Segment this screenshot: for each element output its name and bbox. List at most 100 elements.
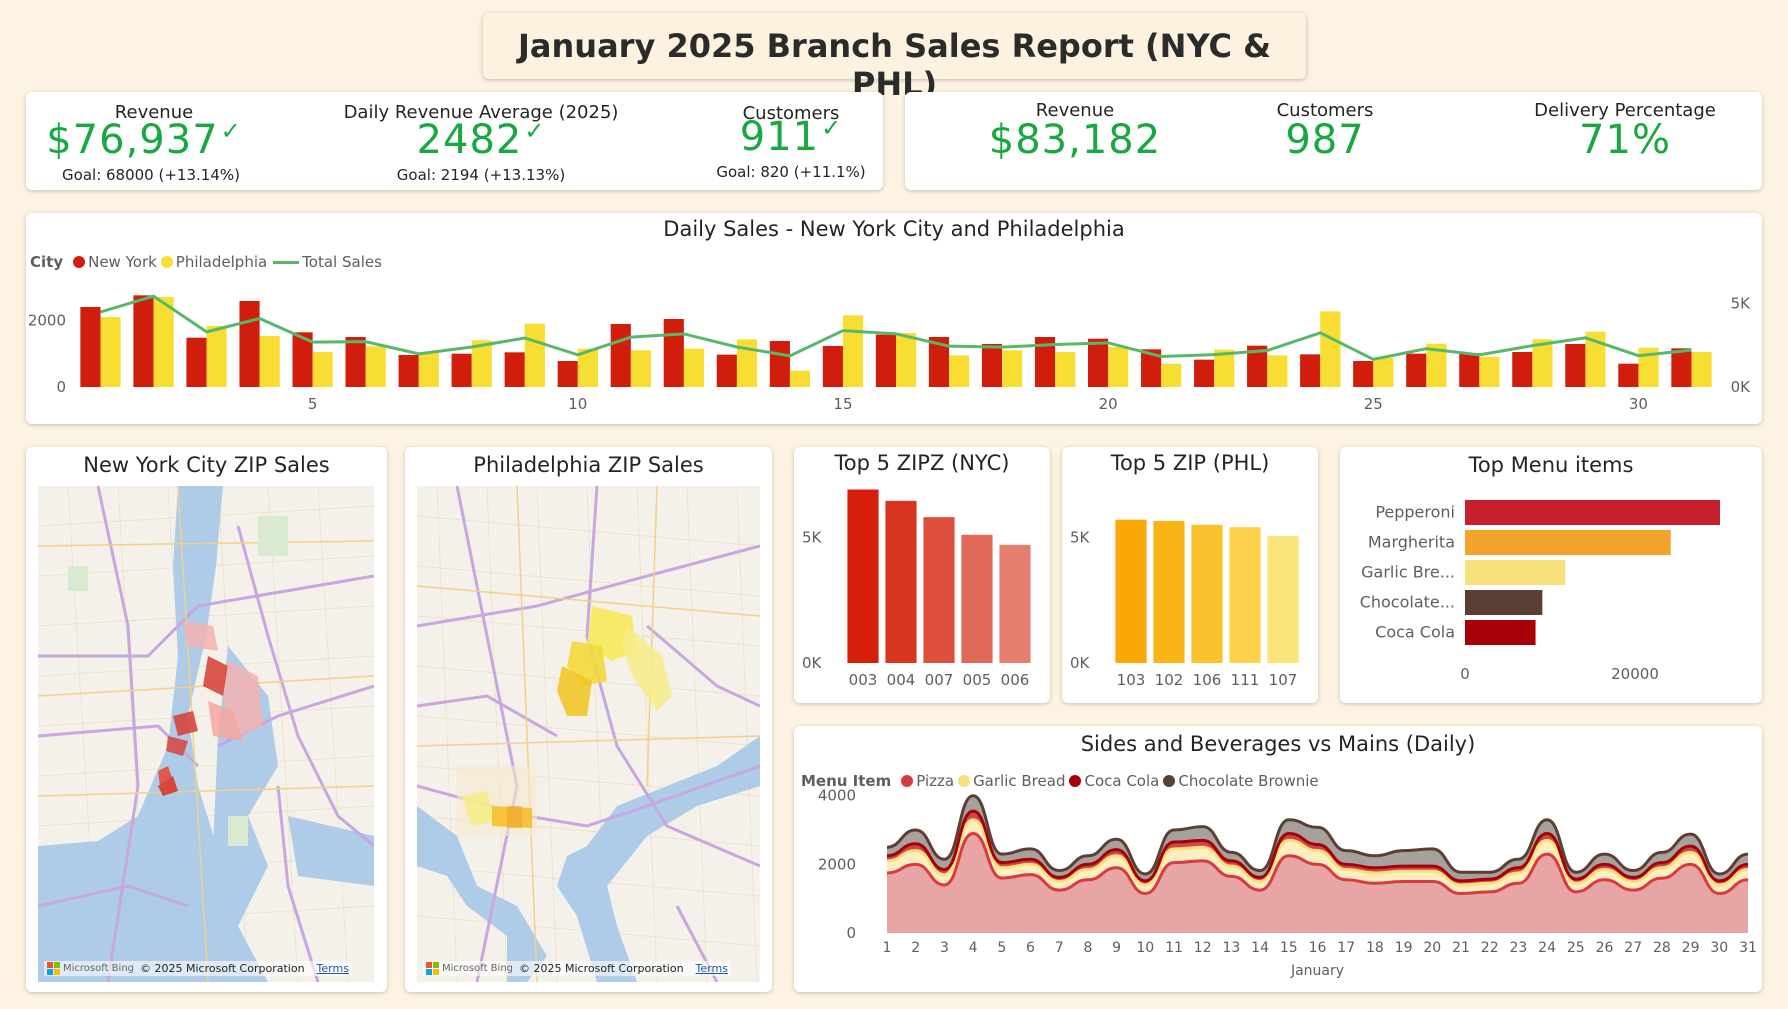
top-zip-nyc-card: Top 5 ZIPZ (NYC) 003 004 007 005 006 0K 5K: [794, 447, 1050, 703]
x-tick-label: 9: [1112, 940, 1121, 956]
y-tick-label: 0K: [1070, 654, 1091, 672]
map-copyright: © 2025 Microsoft Corporation: [519, 962, 684, 975]
bing-label: Microsoft Bing: [442, 963, 514, 974]
x-tick-label: 5: [997, 940, 1006, 956]
top-menu-chart: Pepperoni Margherita Garlic Bre... Chocolat…: [1360, 500, 1720, 683]
revenue-value: $76,937✓: [34, 117, 254, 163]
bar: [1465, 560, 1566, 585]
x-tick-label: 20000: [1611, 665, 1659, 683]
map-terms-link[interactable]: Terms: [317, 962, 349, 975]
category-label: Chocolate...: [1360, 593, 1455, 612]
bar: [885, 500, 917, 663]
x-tick-label: 5: [308, 395, 318, 413]
category-label: Coca Cola: [1375, 623, 1455, 642]
y-tick-label: 0K: [802, 654, 823, 672]
x-tick-label: 31: [1739, 940, 1757, 956]
phl-revenue-value: $83,182: [988, 117, 1162, 163]
y-tick-label: 5K: [802, 528, 823, 546]
y2-tick-label: 0K: [1731, 378, 1752, 396]
bar: [1465, 590, 1543, 615]
sides-chart: 0200040001 2 3 4 5 6 7 8 9 10 11 12 13 14 15 16 17 18 19 20…: [818, 787, 1757, 979]
bar-new-york: [186, 337, 207, 387]
bar: [961, 534, 993, 663]
bar-philadelphia: [1055, 352, 1076, 387]
phl-map-title: Philadelphia ZIP Sales: [473, 453, 704, 477]
bar-new-york: [1406, 353, 1427, 387]
bar-new-york: [663, 319, 684, 387]
bar: [1191, 524, 1223, 663]
bar-philadelphia: [206, 326, 227, 387]
bing-label: Microsoft Bing: [63, 963, 135, 974]
check-icon: ✓: [524, 117, 546, 145]
x-tick-label: 102: [1155, 671, 1184, 689]
y-tick-label: 4000: [818, 787, 856, 805]
x-tick-label: 28: [1653, 940, 1671, 956]
x-tick-label: 20: [1099, 395, 1118, 413]
bar-philadelphia: [789, 370, 811, 387]
bar-philadelphia: [683, 348, 705, 387]
report-title-card: January 2025 Branch Sales Report (NYC & …: [483, 13, 1306, 103]
top-zip-phl-chart: 103 102 106 111 107 0K 5K: [1070, 519, 1299, 689]
bar: [1465, 500, 1720, 525]
x-tick-label: 29: [1682, 940, 1700, 956]
phl-customers-value: 987: [1285, 117, 1365, 163]
bar-philadelphia: [1002, 350, 1023, 387]
x-tick-label: 10: [568, 395, 587, 413]
bar-new-york: [1087, 338, 1109, 387]
x-tick-label: 1: [883, 940, 892, 956]
x-tick-label: 3: [940, 940, 949, 956]
bar-new-york: [345, 337, 366, 387]
bar-philadelphia: [312, 352, 333, 387]
map-attribution: Microsoft Bing © 2025 Microsoft Corporat…: [44, 961, 352, 976]
bar: [1115, 519, 1147, 663]
x-tick-label: 19: [1395, 940, 1413, 956]
daily-avg-value: 2482✓: [381, 117, 581, 163]
bar-new-york: [1459, 353, 1480, 387]
bar-new-york: [239, 301, 260, 387]
bar-new-york: [80, 307, 101, 387]
bar-new-york: [1618, 363, 1639, 387]
bar-new-york: [769, 341, 790, 387]
bar-philadelphia: [1479, 356, 1500, 387]
x-tick-label: 22: [1481, 940, 1499, 956]
bar-philadelphia: [630, 350, 651, 387]
x-tick-label: 13: [1222, 940, 1240, 956]
revenue-value-text: $76,937: [46, 117, 219, 163]
bar-philadelphia: [259, 336, 280, 387]
x-tick-label: 26: [1596, 940, 1614, 956]
x-tick-label: 14: [1251, 940, 1269, 956]
map-terms-link[interactable]: Terms: [696, 962, 728, 975]
x-tick-label: 17: [1337, 940, 1355, 956]
bar-philadelphia: [1691, 352, 1712, 387]
kpi-card-phl: Revenue $83,182 Customers 987 Delivery P…: [905, 92, 1762, 190]
x-tick-label: 24: [1538, 940, 1556, 956]
kpi-card-nyc: Revenue $76,937✓ Goal: 68000 (+13.14%) D…: [26, 92, 883, 190]
bar-philadelphia: [949, 355, 970, 387]
x-tick-label: 21: [1452, 940, 1470, 956]
x-tick-label: 20: [1423, 940, 1441, 956]
x-tick-label: 11: [1165, 940, 1183, 956]
x-tick-label: 16: [1309, 940, 1327, 956]
bar-philadelphia: [365, 346, 386, 387]
nyc-map-title: New York City ZIP Sales: [83, 453, 330, 477]
nyc-map[interactable]: Microsoft Bing © 2025 Microsoft Corporat…: [38, 486, 374, 982]
bar: [847, 489, 879, 663]
bar-new-york: [133, 295, 154, 387]
x-tick-label: 7: [1055, 940, 1064, 956]
phl-map[interactable]: Microsoft Bing © 2025 Microsoft Corporat…: [417, 486, 760, 982]
bar-new-york: [981, 344, 1003, 387]
bar: [1465, 530, 1671, 555]
phl-map-canvas: [417, 486, 760, 982]
category-label: Garlic Bre...: [1361, 563, 1455, 582]
x-tick-label: 106: [1193, 671, 1222, 689]
customers-goal: Goal: 820 (+11.1%): [716, 163, 866, 181]
bar-philadelphia: [842, 315, 864, 387]
map-attribution: Microsoft Bing © 2025 Microsoft Corporat…: [423, 961, 731, 976]
top-zip-nyc-chart: 003 004 007 005 006 0K 5K: [802, 489, 1031, 689]
category-label: Pepperoni: [1375, 503, 1455, 522]
top-menu-card: Top Menu items Pepperoni Margherita Garlic…: [1340, 447, 1762, 703]
x-tick-label: 10: [1136, 940, 1154, 956]
x-axis-label: January: [1290, 963, 1344, 979]
bar: [1229, 527, 1261, 663]
x-tick-label: 15: [1280, 940, 1298, 956]
